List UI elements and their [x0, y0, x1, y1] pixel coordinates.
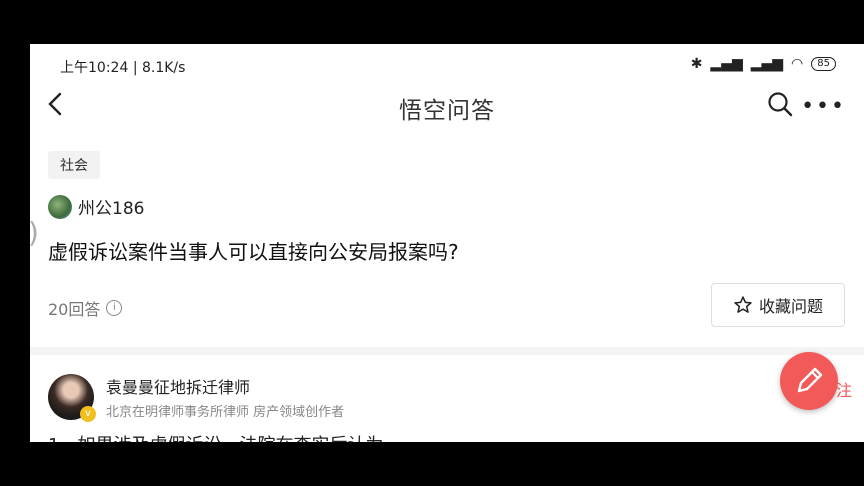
status-bar: 上午10:24 | 8.1K/s ✱ ▂▄▆ ▂▄▆ ◠ 85	[30, 44, 864, 86]
status-separator: |	[132, 60, 142, 76]
pencil-icon	[797, 367, 823, 393]
search-icon[interactable]	[766, 90, 794, 118]
collect-label: 收藏问题	[758, 297, 823, 316]
top-nav: 悟空问答 •••	[30, 86, 864, 126]
follow-button[interactable]: 注	[836, 377, 852, 401]
bluetooth-icon: ✱	[690, 56, 703, 72]
app-screen: 上午10:24 | 8.1K/s ✱ ▂▄▆ ▂▄▆ ◠ 85 悟空问答 •••…	[30, 44, 864, 442]
signal-icon: ▂▄▆	[710, 56, 743, 72]
status-speed: 8.1K/s	[141, 60, 186, 76]
answer-count: 20回答 i	[48, 296, 123, 320]
signal-icon-2: ▂▄▆	[750, 56, 784, 72]
status-right: ✱ ▂▄▆ ▂▄▆ ◠ 85	[691, 56, 836, 72]
answerer-text: 袁曼曼征地拆迁律师 北京在明律师事务所律师 房产领域创作者	[106, 374, 344, 420]
author-avatar[interactable]	[48, 194, 72, 219]
section-divider	[30, 347, 864, 355]
answerer-info[interactable]: v 袁曼曼征地拆迁律师 北京在明律师事务所律师 房产领域创作者	[48, 374, 344, 422]
answerer-name[interactable]: 袁曼曼征地拆迁律师	[106, 374, 344, 398]
star-icon	[734, 296, 752, 313]
answer-count-text: 20回答	[48, 300, 101, 319]
collect-question-button[interactable]: 收藏问题	[711, 283, 845, 327]
author-name[interactable]: 州公186	[78, 194, 144, 219]
answer-preview[interactable]: 1、如果涉及虚假诉讼，法院在查实后认为	[48, 431, 383, 442]
answerer-avatar[interactable]: v	[48, 374, 96, 422]
verified-badge-icon: v	[80, 406, 96, 422]
info-icon[interactable]: i	[106, 300, 123, 316]
edge-bracket: )	[30, 216, 39, 249]
question-title: 虚假诉讼案件当事人可以直接向公安局报案吗?	[48, 240, 459, 264]
category-tag[interactable]: 社会	[48, 151, 100, 179]
battery-icon: 85	[811, 57, 836, 71]
answerer-desc: 北京在明律师事务所律师 房产领域创作者	[106, 405, 345, 420]
page-title: 悟空问答	[399, 98, 495, 124]
more-icon[interactable]: •••	[801, 94, 846, 119]
status-left: 上午10:24 | 8.1K/s	[60, 57, 185, 77]
status-time: 上午10:24	[60, 60, 129, 76]
wifi-icon: ◠	[791, 56, 804, 72]
write-answer-button[interactable]	[780, 352, 838, 410]
question-author[interactable]: 州公186	[48, 194, 144, 219]
